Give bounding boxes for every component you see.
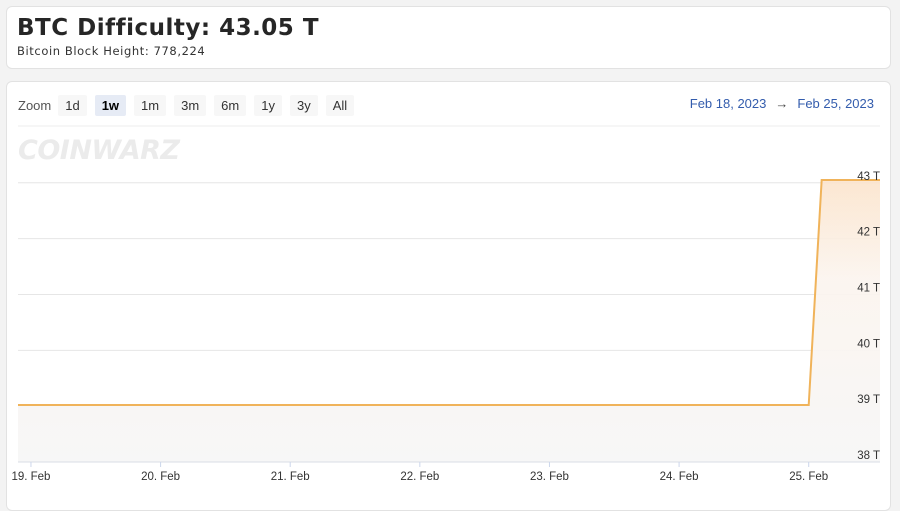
series-line-path <box>18 179 880 407</box>
zoom-1y-button[interactable]: 1y <box>254 94 282 116</box>
svg-text:COINWARZ: COINWARZ <box>18 135 180 166</box>
zoom-all-button[interactable]: All <box>325 94 355 116</box>
series-line <box>18 179 880 407</box>
x-tick-label: 21. Feb <box>271 471 310 483</box>
x-tick-label: 24. Feb <box>660 471 699 483</box>
x-tick-label: 20. Feb <box>141 471 180 483</box>
page-title: BTC Difficulty: 43.05 T <box>17 15 320 41</box>
x-tick-label: 22. Feb <box>400 471 439 483</box>
x-tick-label: 23. Feb <box>530 471 569 483</box>
chart-card: COINWARZ 38 T 39 T 40 T 41 T 42 T 43 T 19. Fe… <box>6 81 891 511</box>
y-tick-label: 38 T <box>857 450 880 462</box>
header-card: BTC Difficulty: 43.05 T Bitcoin Block He… <box>6 6 891 69</box>
range-to-date[interactable]: Feb 25, 2023 <box>797 96 874 111</box>
series-area-fill <box>18 180 880 462</box>
range-arrow-icon: → <box>775 96 789 111</box>
zoom-6m-button[interactable]: 6m <box>214 94 247 116</box>
x-tick-label: 25. Feb <box>789 471 828 483</box>
x-tick-label: 19. Feb <box>11 471 50 483</box>
chart-svg: COINWARZ 38 T 39 T 40 T 41 T 42 T 43 T 19. Fe… <box>11 125 880 483</box>
range-from-date[interactable]: Feb 18, 2023 <box>690 96 767 111</box>
y-tick-label: 41 T <box>857 282 880 294</box>
zoom-1m-button[interactable]: 1m <box>134 94 167 116</box>
series-area <box>18 180 880 462</box>
zoom-3m-button[interactable]: 3m <box>174 94 207 116</box>
x-axis-labels: 19. Feb 20. Feb 21. Feb 22. Feb 23. Feb 24. F… <box>11 461 880 483</box>
date-range-display: Feb 18, 2023 → Feb 25, 2023 <box>690 96 874 111</box>
zoom-label: Zoom <box>18 97 52 113</box>
y-tick-label: 40 T <box>857 338 880 350</box>
zoom-bar: Zoom 1d 1w 1m 3m 6m 1y 3y All <box>18 94 362 116</box>
zoom-1d-button[interactable]: 1d <box>58 94 87 116</box>
y-tick-label: 42 T <box>857 227 880 239</box>
zoom-1w-button[interactable]: 1w <box>94 94 127 116</box>
y-tick-label: 43 T <box>857 171 880 183</box>
zoom-3y-button[interactable]: 3y <box>289 94 318 116</box>
block-height-subtitle: Bitcoin Block Height: 778,224 <box>17 44 206 58</box>
coinwarz-watermark: COINWARZ <box>18 135 181 166</box>
y-tick-label: 39 T <box>857 394 880 406</box>
